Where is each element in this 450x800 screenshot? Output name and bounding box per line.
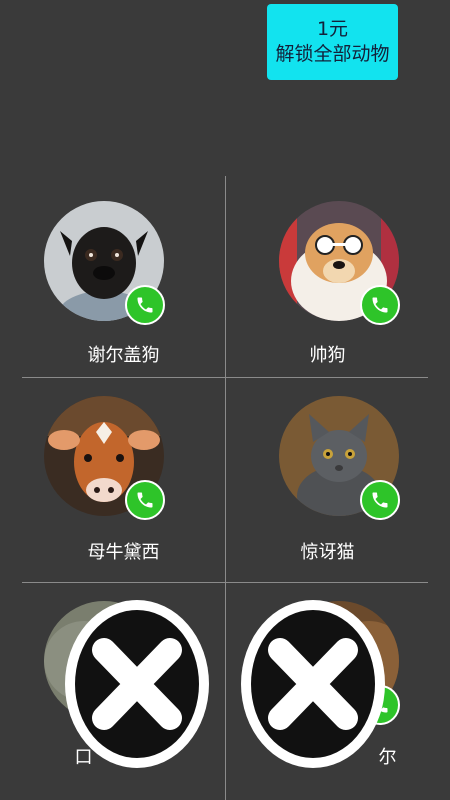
call-icon[interactable] — [360, 480, 400, 520]
unlock-price: 1元 — [316, 18, 349, 40]
unlock-all-animals-button[interactable]: 1元 解锁全部动物 — [267, 4, 398, 80]
animal-card-cow[interactable]: 母牛黛西 — [22, 378, 225, 578]
call-icon[interactable] — [125, 480, 165, 520]
animal-card-cool-dog[interactable]: 帅狗 — [226, 177, 429, 377]
animal-name: 母牛黛西 — [87, 542, 160, 563]
animal-name: 惊讶猫 — [300, 542, 355, 563]
animal-name: 帅狗 — [309, 345, 346, 366]
animal-name: 谢尔盖狗 — [87, 345, 160, 366]
call-icon[interactable] — [360, 285, 400, 325]
close-icon[interactable] — [62, 598, 212, 770]
close-icon[interactable] — [238, 598, 388, 770]
unlock-label: 解锁全部动物 — [275, 43, 390, 65]
animal-card-pug[interactable]: 谢尔盖狗 — [22, 177, 225, 377]
animal-card-surprised-cat[interactable]: 惊讶猫 — [226, 378, 429, 578]
call-icon[interactable] — [125, 285, 165, 325]
